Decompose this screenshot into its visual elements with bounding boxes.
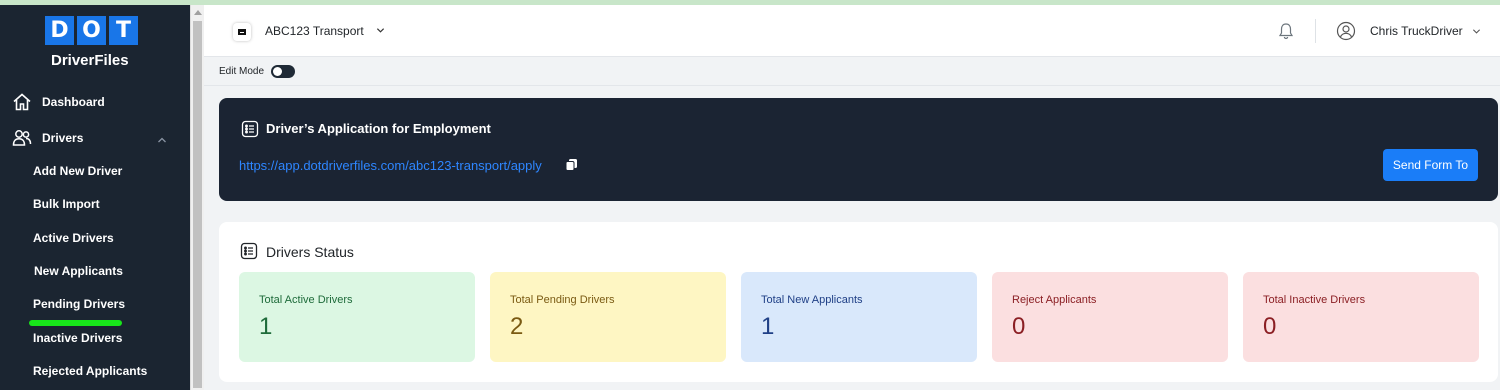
company-icon [233, 23, 251, 41]
user-avatar-icon[interactable] [1336, 21, 1356, 41]
stat-value: 2 [510, 313, 524, 340]
stat-total-active-drivers[interactable]: Total Active Drivers 1 [239, 272, 475, 362]
sidebar-item-rejected-applicants[interactable]: Rejected Applicants [33, 364, 147, 378]
logo-letter: O [77, 16, 106, 45]
logo-letter: D [45, 16, 74, 45]
send-form-button[interactable]: Send Form To [1383, 149, 1478, 181]
stat-total-new-applicants[interactable]: Total New Applicants 1 [741, 272, 977, 362]
stat-value: 1 [761, 313, 775, 340]
logo[interactable]: D O T DriverFiles [45, 16, 138, 69]
logo-subtitle: DriverFiles [51, 52, 129, 69]
users-icon [12, 130, 32, 146]
logo-letter: T [109, 16, 138, 45]
sidebar-item-label: Drivers [42, 131, 84, 145]
stat-value: 1 [259, 313, 273, 340]
stat-label: Total Pending Drivers [510, 294, 615, 306]
header-divider [1315, 19, 1316, 43]
stat-value: 0 [1263, 313, 1277, 340]
stat-label: Total Active Drivers [259, 294, 353, 306]
sidebar-item-label: Dashboard [42, 95, 105, 109]
user-menu[interactable]: Chris TruckDriver [1370, 24, 1463, 38]
sidebar-item-new-applicants[interactable]: New Applicants [34, 264, 123, 278]
stat-label: Reject Applicants [1012, 294, 1097, 306]
edit-mode-toggle[interactable] [271, 65, 295, 78]
edit-mode-label: Edit Mode [219, 66, 265, 77]
bell-icon[interactable] [1277, 22, 1295, 40]
sidebar-item-pending-drivers[interactable]: Pending Drivers [33, 297, 125, 311]
home-icon [13, 93, 31, 111]
status-title: Drivers Status [266, 244, 354, 260]
sidebar-item-drivers[interactable]: Drivers [12, 128, 83, 148]
top-header: ABC123 Transport Chris TruckDriver [204, 5, 1500, 57]
chevron-down-icon[interactable] [1472, 27, 1481, 36]
chevron-up-icon[interactable] [157, 135, 167, 145]
chevron-down-icon[interactable] [376, 26, 385, 35]
application-card: Driver’s Application for Employment http… [219, 98, 1498, 201]
list-icon [241, 120, 259, 138]
copy-icon[interactable] [565, 158, 578, 171]
sidebar-scrollbar[interactable] [190, 5, 204, 390]
edit-mode-divider [204, 85, 1500, 86]
company-selector[interactable]: ABC123 Transport [265, 24, 364, 38]
scroll-thumb[interactable] [193, 21, 202, 388]
logo-letters: D O T [45, 16, 138, 45]
stat-value: 0 [1012, 313, 1026, 340]
sidebar-item-add-new-driver[interactable]: Add New Driver [33, 164, 122, 178]
stat-total-pending-drivers[interactable]: Total Pending Drivers 2 [490, 272, 726, 362]
stat-label: Total New Applicants [761, 294, 863, 306]
scroll-up-arrow-icon[interactable] [194, 10, 202, 15]
stat-label: Total Inactive Drivers [1263, 294, 1366, 306]
stat-total-inactive-drivers[interactable]: Total Inactive Drivers 0 [1243, 272, 1479, 362]
sidebar-item-inactive-drivers[interactable]: Inactive Drivers [33, 331, 122, 345]
list-icon [240, 242, 258, 260]
active-item-underline [29, 320, 122, 326]
stat-reject-applicants[interactable]: Reject Applicants 0 [992, 272, 1228, 362]
sidebar-item-dashboard[interactable]: Dashboard [12, 92, 105, 112]
application-title: Driver’s Application for Employment [266, 121, 491, 136]
application-link[interactable]: https://app.dotdriverfiles.com/abc123-tr… [239, 158, 542, 173]
drivers-status-card: Drivers Status Total Active Drivers 1 To… [219, 222, 1498, 382]
sidebar-item-active-drivers[interactable]: Active Drivers [33, 231, 114, 245]
sidebar-item-bulk-import[interactable]: Bulk Import [33, 197, 100, 211]
sidebar: D O T DriverFiles Dashboard Drivers Add … [0, 5, 190, 390]
